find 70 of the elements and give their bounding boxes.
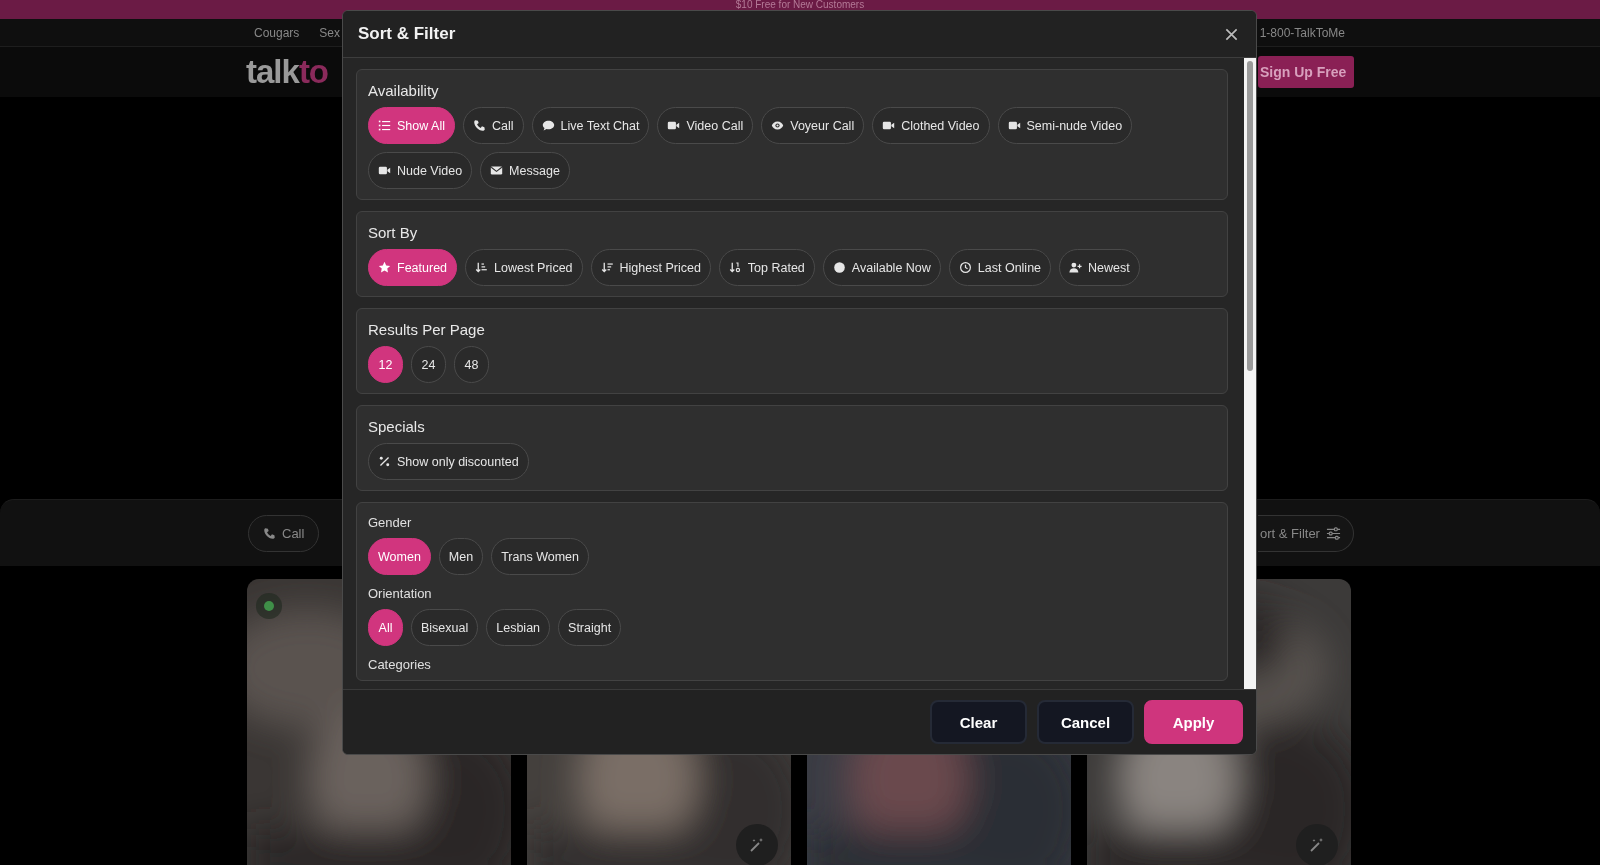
filter-chip[interactable]: Video Call (657, 107, 754, 144)
filter-chip[interactable]: Top Rated (718, 249, 815, 286)
filter-chip[interactable]: Message (480, 152, 570, 189)
scrollbar[interactable] (1244, 58, 1256, 689)
sliders-icon (1325, 525, 1341, 541)
filter-chip[interactable]: Newest (1059, 249, 1140, 286)
video-camera-icon (378, 164, 391, 177)
filter-chip[interactable]: Live Text Chat (531, 107, 650, 144)
sort-descending-icon (600, 261, 614, 274)
add-user-icon (1069, 261, 1083, 274)
phone-icon (263, 526, 276, 540)
promo-text: $10 Free for New Customers (735, 0, 865, 10)
phone-number: 1-800-TalkToMe (1259, 25, 1345, 40)
filter-chip[interactable]: Highest Priced (590, 249, 711, 286)
filter-chip[interactable]: Lesbian (486, 609, 551, 646)
group-title: Categories (368, 657, 432, 672)
section-title: Results Per Page (368, 321, 486, 338)
group-title: Orientation (368, 586, 433, 601)
sign-up-button[interactable]: Sign Up Free (1258, 56, 1354, 88)
magic-wand-icon (1309, 837, 1325, 853)
percent-icon (378, 455, 391, 468)
filter-chip[interactable]: Last Online (948, 249, 1052, 286)
speech-bubble-icon (541, 119, 555, 132)
filter-chip[interactable]: Women (368, 538, 431, 575)
filter-chip[interactable]: Available Now (822, 249, 941, 286)
filter-chip[interactable]: Show All (368, 107, 455, 144)
eye-icon (771, 119, 785, 132)
filter-chip[interactable]: Semi-nude Video (997, 107, 1133, 144)
filter-chip[interactable]: Nude Video (368, 152, 473, 189)
filter-chip[interactable]: Men (438, 538, 484, 575)
filter-chip[interactable]: Clothed Video (872, 107, 990, 144)
sort-numeric-icon (728, 261, 742, 274)
logo[interactable]: talkto (246, 53, 329, 91)
envelope-icon (490, 164, 504, 177)
star-icon (378, 261, 391, 274)
filter-chip[interactable]: Call (462, 107, 524, 144)
apply-button[interactable]: Apply (1144, 700, 1243, 744)
filter-chip[interactable]: Trans Women (491, 538, 589, 575)
nav-link[interactable]: Sex (319, 25, 341, 40)
dialog-button[interactable]: Clear (930, 700, 1027, 744)
circle-icon (832, 261, 846, 274)
video-camera-icon (882, 119, 896, 132)
nav-link[interactable]: Cougars (254, 25, 300, 40)
dialog-title: Sort & Filter (358, 24, 456, 44)
scrollbar-thumb[interactable] (1247, 61, 1253, 371)
sort-ascending-icon (475, 261, 489, 274)
clock-icon (958, 261, 972, 274)
video-camera-icon (1007, 119, 1021, 132)
magic-wand-icon (749, 837, 765, 853)
close-icon (1224, 26, 1239, 42)
filter-chip[interactable]: Featured (368, 249, 458, 286)
phone-icon (472, 119, 486, 132)
group-title: Gender (368, 515, 413, 530)
dialog-button[interactable]: Cancel (1037, 700, 1134, 744)
section-title: Sort By (368, 224, 419, 241)
filter-chip[interactable]: Bisexual (411, 609, 479, 646)
filter-chip[interactable]: Lowest Priced (465, 249, 583, 286)
list-icon (378, 119, 391, 132)
filter-chip[interactable]: Straight (558, 609, 622, 646)
filter-chip[interactable]: Voyeur Call (761, 107, 865, 144)
filter-chip[interactable]: All (368, 609, 403, 646)
filter-chip[interactable]: 12 (368, 346, 403, 383)
filter-chip[interactable]: Call (248, 514, 320, 552)
sort-filter-button[interactable]: ort & Filter (1258, 514, 1354, 552)
filter-chip[interactable]: 24 (411, 346, 446, 383)
section-title: Availability (368, 82, 440, 99)
filter-chip[interactable]: Show only discounted (368, 443, 529, 480)
filter-chip[interactable]: 48 (454, 346, 489, 383)
video-camera-icon (667, 119, 681, 132)
section-title: Specials (368, 418, 426, 435)
